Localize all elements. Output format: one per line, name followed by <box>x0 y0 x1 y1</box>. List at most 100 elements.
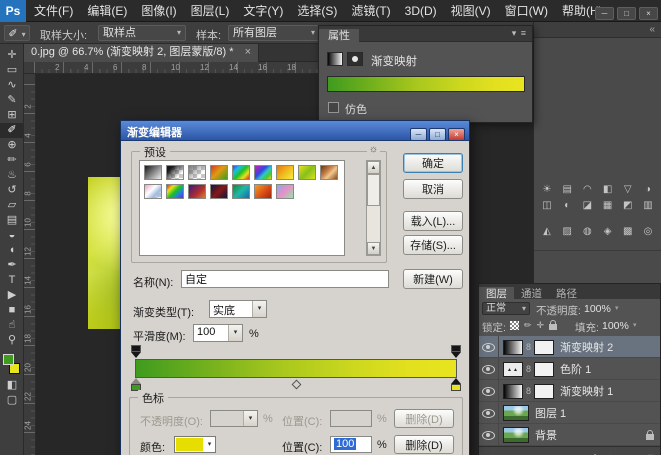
photo-filter-icon[interactable]: ◪ <box>578 198 596 214</box>
styles-1-icon[interactable]: ◈ <box>599 224 617 240</box>
gradient-midpoint-marker[interactable] <box>292 380 302 390</box>
vibrance-icon[interactable]: ▽ <box>619 182 637 198</box>
color-location-input[interactable]: 100 <box>330 436 372 453</box>
layer-mask-icon[interactable] <box>347 52 363 66</box>
selective-color-icon[interactable]: ◍ <box>578 224 596 240</box>
layer-thumbnail[interactable] <box>503 405 529 421</box>
lock-position-icon[interactable]: ✛ <box>537 320 545 330</box>
screen-mode[interactable]: ▢ <box>0 393 24 408</box>
gradient-map-icon[interactable]: ▨ <box>558 224 576 240</box>
preset-orange-red[interactable] <box>254 184 272 199</box>
tab-channels[interactable]: 通道 <box>514 287 549 302</box>
gradient-map-thumbnail[interactable] <box>503 340 523 355</box>
layer-row-background[interactable]: 背景 <box>479 424 660 446</box>
chevron-down-icon[interactable]: ▾ <box>615 304 619 312</box>
black-white-icon[interactable]: ◐ <box>558 198 576 214</box>
sample-layers-dropdown[interactable]: 所有图层 ▾ <box>228 25 320 41</box>
menu-item-2[interactable]: 图像(I) <box>134 0 183 22</box>
gradient-tool[interactable]: ▤ <box>0 213 24 228</box>
invert-icon[interactable]: ◩ <box>619 198 637 214</box>
preset-chrome[interactable] <box>144 184 162 199</box>
menu-item-1[interactable]: 编辑(E) <box>80 0 134 22</box>
panel-menu-icon[interactable]: ▾ ≡ <box>512 28 527 39</box>
fill-value[interactable]: 100% <box>602 320 629 332</box>
menu-item-6[interactable]: 滤镜(T) <box>344 0 397 22</box>
shape-tool[interactable]: ■ <box>0 303 24 318</box>
crop-tool[interactable]: ⊞ <box>0 108 24 123</box>
layer-row-image[interactable]: 图层 1 <box>479 402 660 424</box>
lock-transparency-icon[interactable] <box>510 321 519 330</box>
preset-green-cyan[interactable] <box>232 184 250 199</box>
type-tool[interactable]: T <box>0 273 24 288</box>
gradient-map-thumbnail[interactable] <box>503 384 523 399</box>
preset-violet-orange[interactable] <box>188 184 206 199</box>
levels-thumbnail[interactable]: ▲▲ <box>503 362 523 377</box>
tab-paths[interactable]: 路径 <box>549 287 584 302</box>
dialog-maximize-button[interactable]: □ <box>429 128 446 141</box>
opacity-value[interactable]: 100% <box>584 303 611 315</box>
zoom-tool[interactable]: ⚲ <box>0 333 24 348</box>
scroll-up-icon[interactable]: ▲ <box>367 161 380 174</box>
gradient-name-input[interactable] <box>181 270 389 288</box>
brush-tool[interactable]: ✏ <box>0 153 24 168</box>
preset-orange-yellow[interactable] <box>276 165 294 180</box>
preset-spectrum[interactable] <box>232 165 250 180</box>
layer-row-gradient-map[interactable]: 8渐变映射 1 <box>479 380 660 402</box>
preset-blue-red-blue[interactable] <box>210 184 228 199</box>
mask-thumbnail[interactable] <box>534 384 554 399</box>
tab-close-icon[interactable]: × <box>245 46 251 58</box>
collapse-panels-icon[interactable]: « <box>649 24 655 35</box>
dialog-minimize-button[interactable]: ─ <box>410 128 427 141</box>
hand-tool[interactable]: ☝ <box>0 318 24 333</box>
lock-all-icon[interactable] <box>549 324 557 330</box>
preset-copper[interactable] <box>320 165 338 180</box>
lasso-tool[interactable]: ∿ <box>0 78 24 93</box>
menu-item-5[interactable]: 选择(S) <box>290 0 344 22</box>
foreground-color-swatch[interactable] <box>3 354 14 365</box>
visibility-toggle[interactable] <box>479 358 499 380</box>
visibility-toggle[interactable] <box>479 336 499 358</box>
color-balance-icon[interactable]: ◫ <box>538 198 556 214</box>
threshold-icon[interactable]: ◭ <box>538 224 556 240</box>
dialog-close-button[interactable]: × <box>448 128 465 141</box>
menu-item-9[interactable]: 窗口(W) <box>498 0 555 22</box>
sample-size-dropdown[interactable]: 取样点 ▾ <box>98 25 186 41</box>
styles-2-icon[interactable]: ▩ <box>619 224 637 240</box>
eyedropper-tool-preview-icon[interactable]: ✐▾ <box>4 25 30 41</box>
quick-mask-mode[interactable]: ◧ <box>0 378 24 393</box>
posterize-icon[interactable]: ▥ <box>639 198 657 214</box>
eyedropper-tool[interactable]: ✐ <box>0 123 24 138</box>
dialog-titlebar[interactable]: 渐变编辑器 ─□× <box>121 121 469 141</box>
save-button[interactable]: 存储(S)... <box>403 235 463 255</box>
marquee-tool[interactable]: ▭ <box>0 63 24 78</box>
tab-properties[interactable]: 属性 <box>319 29 359 45</box>
mask-thumbnail[interactable] <box>534 340 554 355</box>
blur-tool[interactable]: ◒ <box>0 228 24 243</box>
presets-scrollbar[interactable]: ▲ ▼ <box>366 160 381 256</box>
new-button[interactable]: 新建(W) <box>403 269 463 289</box>
channel-mixer-icon[interactable]: ▦ <box>599 198 617 214</box>
preset-yellow-green-yellow[interactable] <box>298 165 316 180</box>
menu-item-8[interactable]: 视图(V) <box>444 0 498 22</box>
healing-brush-tool[interactable]: ⊕ <box>0 138 24 153</box>
lock-pixels-icon[interactable]: ✏ <box>524 320 532 330</box>
preset-pastel-multi[interactable] <box>276 184 294 199</box>
document-tab[interactable]: 0.jpg @ 66.7% (渐变映射 2, 图层蒙版/8) * × <box>24 44 259 62</box>
visibility-toggle[interactable] <box>479 380 499 402</box>
close-button[interactable]: × <box>639 7 658 20</box>
gradient-map-preview[interactable] <box>327 76 525 92</box>
dither-checkbox[interactable] <box>328 102 339 113</box>
blend-mode-dropdown[interactable]: 正常 ▾ <box>482 302 530 315</box>
maximize-button[interactable]: □ <box>617 7 636 20</box>
history-brush-tool[interactable]: ↺ <box>0 183 24 198</box>
path-selection-tool[interactable]: ▶ <box>0 288 24 303</box>
color-stop-yellow-selected[interactable] <box>451 378 461 391</box>
preset-black-white[interactable] <box>144 165 162 180</box>
menu-item-4[interactable]: 文字(Y) <box>236 0 290 22</box>
tab-layers[interactable]: 图层 <box>479 287 514 302</box>
gradient-type-dropdown[interactable]: 实底 ▾ <box>209 300 267 318</box>
visibility-toggle[interactable] <box>479 424 499 446</box>
pen-tool[interactable]: ✒ <box>0 258 24 273</box>
visibility-toggle[interactable] <box>479 402 499 424</box>
menu-item-7[interactable]: 3D(D) <box>398 0 444 22</box>
